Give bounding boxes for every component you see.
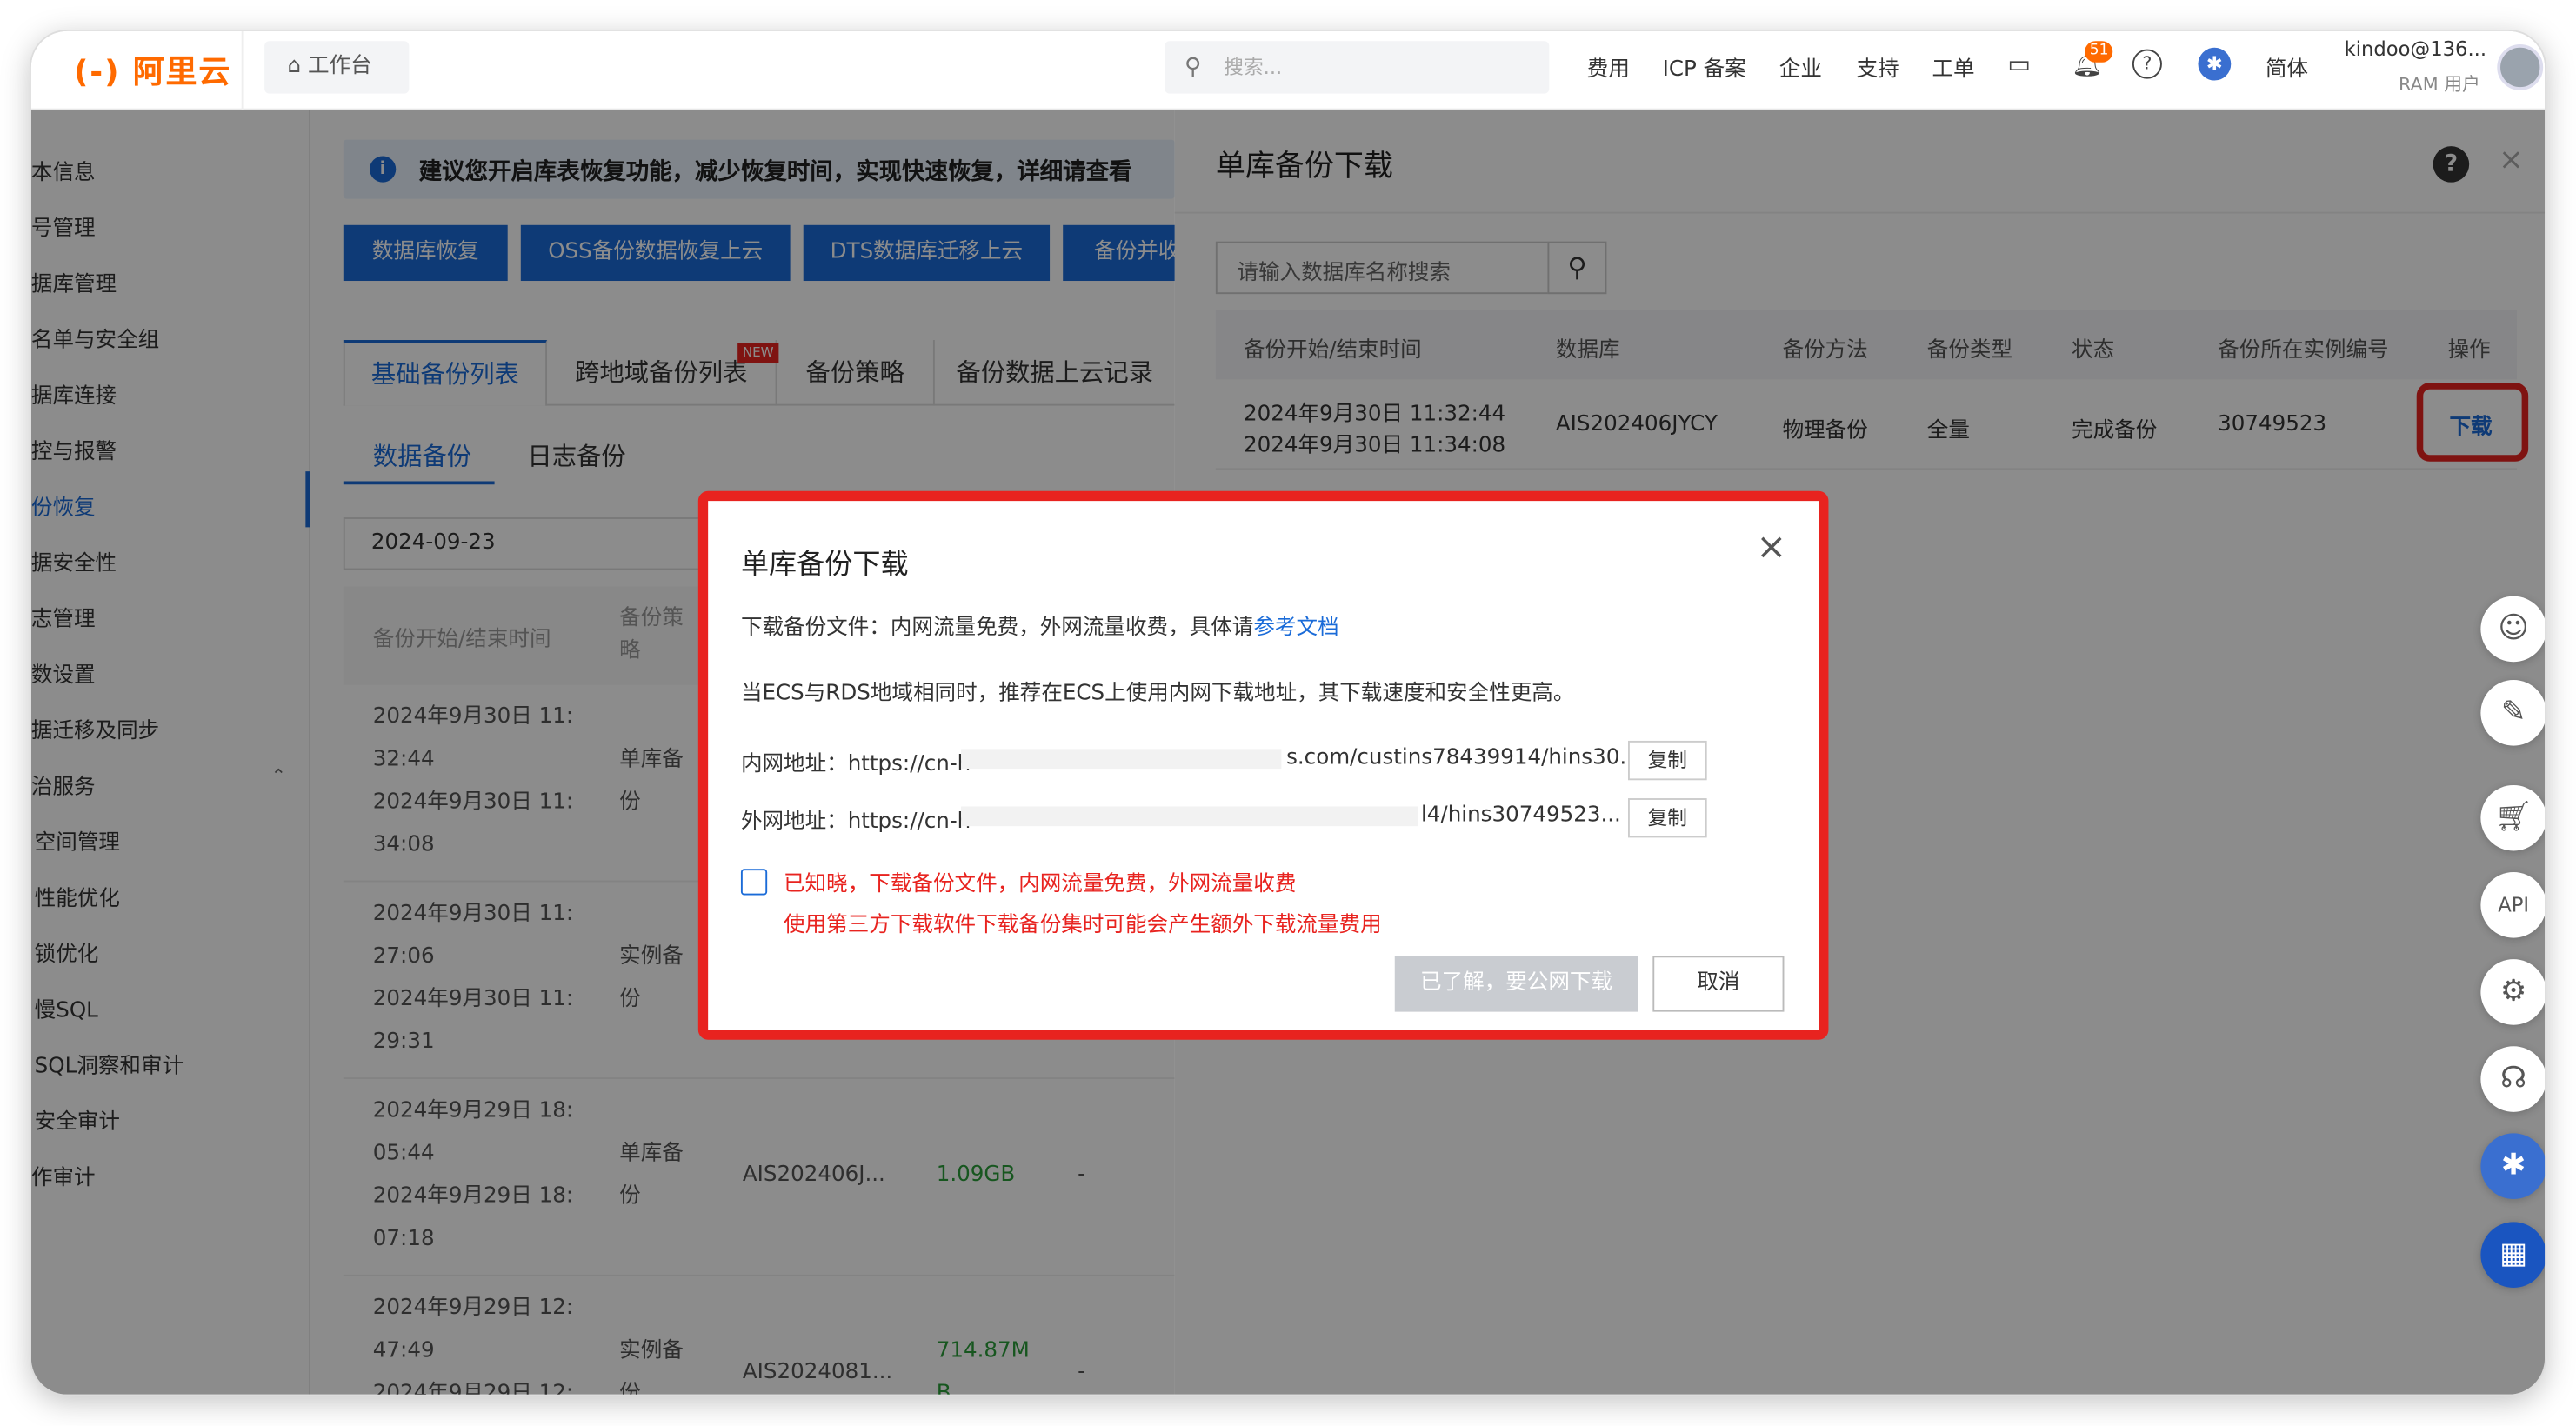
assistant-avatar-icon[interactable]: ☺ [2480,596,2546,663]
reference-doc-link[interactable]: 参考文档 [1253,616,1338,640]
internet-label: 外网地址：https://cn-h [740,810,971,835]
gear-icon[interactable]: ⚙ [2480,959,2546,1025]
nav-enterprise[interactable]: 企业 [1779,51,1822,82]
divider [241,30,244,110]
terminal-icon[interactable]: ▭ [2007,50,2031,79]
workbench-label: 工作台 [307,54,372,79]
nav-fees[interactable]: 费用 [1587,51,1630,82]
notification-badge: 51 [2085,41,2114,63]
intranet-url: s.com/custins78439914/hins30... [1286,745,1640,770]
modal-title: 单库备份下载 [740,548,909,582]
account-name[interactable]: kindoo@136... [2345,37,2486,60]
public-download-button[interactable]: 已了解，要公网下载 [1394,956,1638,1012]
ai-assistant-icon[interactable]: ✱ [2480,1133,2546,1199]
acknowledge-checkbox[interactable] [740,869,768,896]
api-icon[interactable]: API [2480,872,2546,938]
download-modal: 单库备份下载 × 下载备份文件：内网流量免费，外网流量收费，具体请参考文档 当E… [697,490,1829,1040]
account-type: RAM 用户 [2398,74,2480,96]
headset-icon[interactable]: ☊ [2480,1046,2546,1112]
copy-internet-button[interactable]: 复制 [1627,798,1707,838]
language-switch[interactable]: 简体 [2266,51,2308,82]
search-placeholder: 搜索... [1224,56,1283,79]
help-icon[interactable]: ? [2132,49,2162,79]
nav-support[interactable]: 支持 [1857,51,1899,82]
search-icon: ⚲ [1184,54,1202,81]
internet-url: l4/hins30749523... [1420,803,1621,829]
redacted-url [961,749,1282,770]
acknowledge-text: 已知晓，下载备份文件，内网流量免费，外网流量收费 [784,872,1297,897]
edit-icon[interactable]: ✎ [2480,680,2546,746]
top-bar: (-) 阿里云 ⌂ 工作台 ⚲ 搜索... 费用 ICP 备案 企业 支持 工单… [30,30,2546,110]
workbench-button[interactable]: ⌂ 工作台 [264,41,410,94]
download-note: 下载备份文件：内网流量免费，外网流量收费，具体请参考文档 [740,616,1339,641]
ecs-recommend-note: 当ECS与RDS地域相同时，推荐在ECS上使用内网下载地址，其下载速度和安全性更… [740,681,1575,707]
global-search-input[interactable]: ⚲ 搜索... [1165,41,1550,94]
home-icon: ⌂ [287,54,308,79]
cart-icon[interactable]: 🛒︎ [2480,784,2546,851]
assistant-icon[interactable]: ✱ [2198,47,2232,81]
aliyun-logo[interactable]: (-) 阿里云 [74,48,231,92]
avatar[interactable] [2497,44,2544,90]
third-party-warning: 使用第三方下载软件下载备份集时可能会产生额外下载流量费用 [784,913,1382,938]
cancel-button[interactable]: 取消 [1652,956,1785,1012]
copy-intranet-button[interactable]: 复制 [1627,740,1707,781]
nav-ticket[interactable]: 工单 [1932,51,1974,82]
nav-icp[interactable]: ICP 备案 [1663,51,1746,82]
redacted-url [961,806,1418,827]
close-icon[interactable]: × [1756,527,1786,568]
apps-grid-icon[interactable]: ▦ [2480,1222,2546,1288]
intranet-label: 内网地址：https://cn-h [740,752,971,777]
